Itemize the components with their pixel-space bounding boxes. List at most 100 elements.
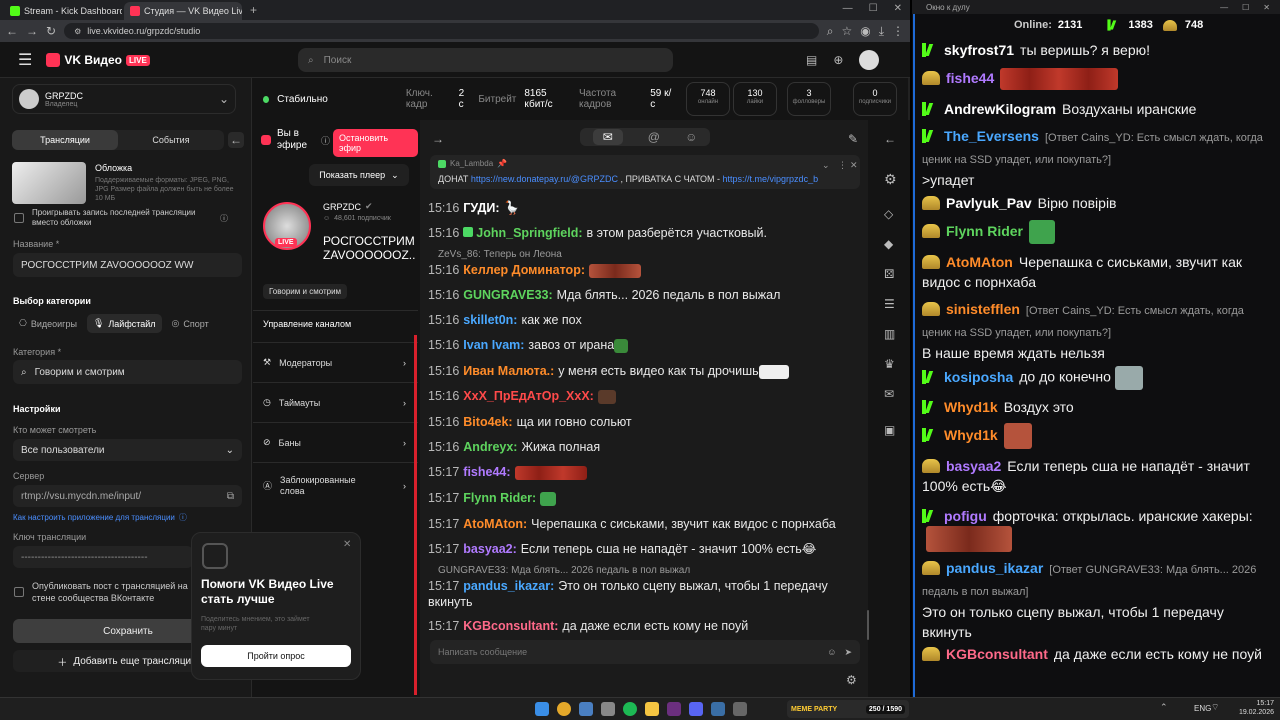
- url-field[interactable]: ⚙ live.vkvideo.ru/grpzdc/studio: [64, 23, 819, 39]
- message-author[interactable]: John_Springfield:: [476, 226, 582, 240]
- menu-moderators[interactable]: ⚒ Модераторы ›: [253, 342, 418, 382]
- folder-icon[interactable]: [645, 702, 659, 716]
- browser-tab-kick[interactable]: Stream - Kick Dashboard: [4, 2, 122, 20]
- message-author[interactable]: Andreyx:: [463, 440, 517, 454]
- maximize-icon[interactable]: ☐: [869, 3, 878, 14]
- site-info-icon[interactable]: ⚙: [74, 27, 81, 36]
- message-author[interactable]: GUNGRAVE33:: [463, 288, 552, 302]
- diamond-icon[interactable]: ◇: [884, 207, 893, 221]
- chat-scrollbar[interactable]: [867, 610, 869, 640]
- collapse-icon[interactable]: ←: [228, 132, 244, 148]
- clip-icon[interactable]: ▣: [884, 423, 895, 437]
- menu-bans[interactable]: ⊘ Баны ›: [253, 422, 418, 462]
- message-author[interactable]: fishe44:: [463, 465, 510, 479]
- minimize-icon[interactable]: —: [1220, 3, 1228, 12]
- trophy-icon[interactable]: ♛: [884, 357, 895, 371]
- message-author[interactable]: Келлер Доминатор:: [463, 263, 585, 277]
- add-icon[interactable]: ⊕: [833, 53, 843, 67]
- minimize-icon[interactable]: —: [843, 3, 853, 14]
- close-icon[interactable]: ✕: [850, 160, 858, 171]
- server-field[interactable]: rtmp://vsu.mycdn.me/input/ ⧉: [13, 485, 242, 507]
- cover-thumbnail[interactable]: [12, 162, 86, 204]
- message-icon[interactable]: ✉: [884, 387, 894, 401]
- send-icon[interactable]: ➤: [844, 647, 852, 658]
- info-icon[interactable]: ⓘ: [321, 134, 330, 147]
- title-input[interactable]: РОСГОССТРИМ ZAVOOOOOOZ WW: [13, 253, 242, 277]
- chat-tab-users-icon[interactable]: ☺: [685, 130, 697, 144]
- cover-checkbox[interactable]: [14, 213, 24, 223]
- spotify-icon[interactable]: [623, 702, 637, 716]
- chat-tab-mentions-icon[interactable]: @: [648, 130, 660, 144]
- browser-tab-vk[interactable]: Студия — VK Видео Live: [124, 2, 242, 20]
- menu-dots-icon[interactable]: ⋮: [892, 24, 904, 38]
- steam-icon[interactable]: [579, 702, 593, 716]
- donate-link[interactable]: https://new.donatepay.ru/@GRPZDC: [471, 174, 618, 184]
- chat-settings-icon[interactable]: ⚙: [846, 673, 857, 687]
- take-survey-button[interactable]: Пройти опрос: [201, 645, 351, 667]
- chevron-down-icon[interactable]: ⌄: [822, 160, 830, 171]
- category-input[interactable]: ⌕ Говорим и смотрим: [13, 360, 242, 384]
- back-icon[interactable]: ←: [6, 24, 18, 38]
- reload-icon[interactable]: ↻: [46, 24, 56, 38]
- message-author[interactable]: Иван Малюта.:: [463, 364, 554, 378]
- gear-icon[interactable]: ⚙: [884, 171, 897, 188]
- app-icon[interactable]: [601, 702, 615, 716]
- download-icon[interactable]: ⤓: [879, 24, 884, 39]
- setup-help-link[interactable]: Как настроить приложение для трансляции ⓘ: [13, 512, 187, 523]
- message-author[interactable]: Bito4ek:: [463, 415, 512, 429]
- message-author[interactable]: Ivan Ivam:: [463, 338, 524, 352]
- network-icon[interactable]: ⌔: [1211, 702, 1219, 713]
- expand-icon[interactable]: →: [432, 132, 444, 146]
- maximize-icon[interactable]: ☐: [1242, 3, 1249, 12]
- hamburger-menu-icon[interactable]: ☰: [18, 50, 32, 70]
- message-author[interactable]: ГУДИ:: [463, 201, 499, 215]
- bookmark-star-icon[interactable]: ☆: [841, 24, 852, 38]
- tray-chevron-icon[interactable]: ⌃: [1160, 702, 1168, 713]
- gem-icon[interactable]: ◆: [884, 237, 893, 251]
- copy-icon[interactable]: ⧉: [227, 491, 234, 502]
- forward-icon[interactable]: →: [26, 24, 38, 38]
- dice-icon[interactable]: ⚄: [884, 267, 894, 281]
- app-icon[interactable]: [733, 702, 747, 716]
- tab-events[interactable]: События: [118, 135, 224, 145]
- message-author[interactable]: KGBconsultant:: [463, 619, 558, 633]
- new-tab-button[interactable]: +: [250, 2, 257, 20]
- avatar[interactable]: [859, 50, 880, 70]
- zoom-icon[interactable]: ⌕: [827, 24, 834, 39]
- show-player-button[interactable]: Показать плеер ⌄: [309, 164, 409, 186]
- extensions-icon[interactable]: ◉: [860, 24, 870, 38]
- chat-tab-messages-icon[interactable]: ✉: [592, 129, 623, 145]
- message-author[interactable]: pandus_ikazar:: [463, 579, 554, 593]
- message-author[interactable]: basyaa2:: [463, 542, 517, 556]
- publish-checkbox[interactable]: [14, 587, 24, 597]
- meme-party-widget[interactable]: MEME PARTY 250 / 1590: [787, 700, 909, 718]
- message-author[interactable]: Flynn Rider:: [463, 491, 536, 505]
- telegram-link[interactable]: https://t.me/vipgrpzdc_bot ,...: [723, 174, 818, 184]
- info-icon[interactable]: ⓘ: [220, 213, 228, 224]
- who-can-watch-select[interactable]: Все пользователи ⌄: [13, 439, 242, 461]
- clock[interactable]: 15:17 19.02.2026: [1226, 699, 1274, 717]
- search-input[interactable]: ⌕ Поиск: [298, 48, 673, 72]
- list-icon[interactable]: ☰: [884, 297, 895, 311]
- tab-broadcasts[interactable]: Трансляции: [12, 130, 118, 150]
- emoji-icon[interactable]: ☺: [827, 647, 836, 657]
- category-lifestyle[interactable]: 🎙 Лайфстайл: [86, 314, 162, 333]
- chat-input[interactable]: Написать сообщение ☺ ➤: [430, 640, 860, 664]
- close-icon[interactable]: ✕: [343, 539, 351, 550]
- back-arrow-icon[interactable]: ←: [884, 132, 896, 146]
- category-sport[interactable]: ◎ Спорт: [166, 314, 215, 333]
- language-indicator[interactable]: ENG: [1194, 704, 1211, 713]
- discord-icon[interactable]: [689, 702, 703, 716]
- obs-icon[interactable]: [667, 702, 681, 716]
- message-author[interactable]: skillet0n:: [463, 313, 517, 327]
- vk-video-logo[interactable]: VK Видео LIVE: [46, 53, 150, 67]
- studio-icon[interactable]: ▤: [806, 53, 817, 67]
- pin-icon[interactable]: ✎: [848, 132, 858, 146]
- chrome-icon[interactable]: [557, 702, 571, 716]
- close-icon[interactable]: ✕: [1263, 3, 1270, 12]
- stop-stream-button[interactable]: Остановить эфир: [333, 129, 418, 157]
- category-videogames[interactable]: ⎔ Видеоигры: [13, 314, 83, 333]
- menu-blocked-words[interactable]: Ⓐ Заблокированные слова ›: [253, 462, 418, 508]
- app-icon[interactable]: [711, 702, 725, 716]
- start-icon[interactable]: [535, 702, 549, 716]
